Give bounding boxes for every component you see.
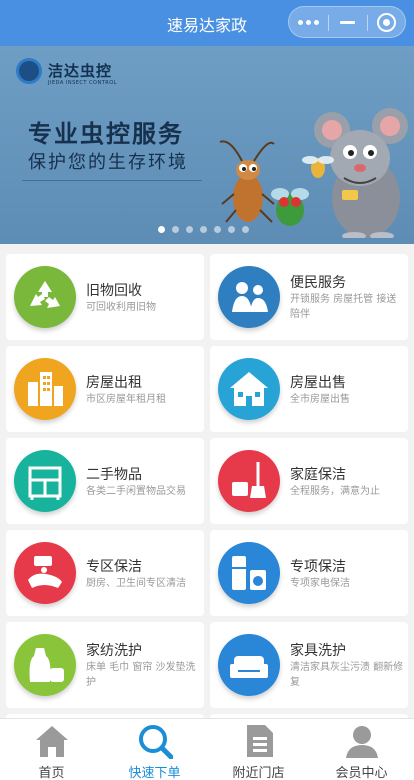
target-close-icon [377, 13, 396, 32]
cabinet-icon [14, 450, 76, 512]
house-icon [218, 358, 280, 420]
tab-member-center[interactable]: 会员中心 [310, 719, 413, 780]
close-button[interactable] [367, 7, 406, 37]
pager-dot[interactable] [158, 226, 165, 233]
appliance-icon [218, 542, 280, 604]
service-card-zone-cleaning[interactable]: 专区保洁 厨房、卫生间专区清洁 [6, 530, 204, 616]
service-desc: 全市房屋出售 [290, 394, 350, 405]
service-title: 家纺洗护 [86, 643, 142, 659]
broom-icon [218, 450, 280, 512]
home-icon [36, 726, 68, 757]
service-card-home-cleaning[interactable]: 家庭保洁 全程服务，满意为止 [210, 438, 408, 524]
minimize-icon [340, 21, 355, 24]
service-desc: 床单 毛巾 窗帘 沙发垫洗护 [86, 662, 196, 688]
bottom-tab-bar: 首页 快速下单 附近门店 会员中心 [0, 718, 414, 780]
tab-label: 快速下单 [128, 766, 181, 780]
hand-cleaning-icon [14, 542, 76, 604]
logo-subtitle: JIEDA INSECT CONTROL [48, 80, 117, 86]
service-card-textile-wash[interactable]: 家纺洗护 床单 毛巾 窗帘 沙发垫洗护 [6, 622, 204, 708]
service-title: 家具洗护 [290, 643, 346, 659]
service-desc: 专项家电保洁 [290, 578, 350, 589]
service-card-special-cleaning[interactable]: 专项保洁 专项家电保洁 [210, 530, 408, 616]
pest-cartoon-illustration [219, 108, 408, 238]
logo-name: 洁达虫控 [48, 62, 113, 80]
pager-dot[interactable] [242, 226, 249, 233]
service-card-house-rent[interactable]: 房屋出租 市区房屋年租月租 [6, 346, 204, 432]
detergent-icon [14, 634, 76, 696]
service-desc: 开锁服务 房屋托管 接送陪伴 [290, 294, 397, 320]
title-bar: 速易达家政 [0, 0, 414, 46]
banner-divider [22, 180, 202, 181]
recycle-icon [14, 266, 76, 328]
service-title: 房屋出租 [86, 375, 142, 391]
more-button[interactable] [289, 7, 328, 37]
service-desc: 可回收利用旧物 [86, 302, 156, 313]
tab-label: 附近门店 [232, 766, 285, 780]
service-title: 专项保洁 [290, 559, 346, 575]
service-grid: 旧物回收 可回收利用旧物 便民服务 开锁服务 房屋托管 接送陪伴 房屋出租 市区… [0, 244, 414, 718]
mini-program-capsule [288, 6, 406, 38]
service-desc: 市区房屋年租月租 [86, 394, 166, 405]
logo-mark-icon [16, 58, 42, 84]
pager-dot[interactable] [214, 226, 221, 233]
service-desc: 厨房、卫生间专区清洁 [86, 578, 186, 589]
service-desc: 各类二手闲置物品交易 [86, 486, 186, 497]
pager-dot[interactable] [172, 226, 179, 233]
service-card-recycle[interactable]: 旧物回收 可回收利用旧物 [6, 254, 204, 340]
service-title: 二手物品 [86, 467, 142, 483]
app-page: 速易达家政 洁达虫控 JIEDA INSECT CONTROL 专业虫控服务 保… [0, 0, 414, 780]
search-icon [139, 725, 173, 759]
tab-label: 会员中心 [335, 766, 388, 780]
service-desc: 清洁家具灰尘污渍 翻新修复 [290, 662, 404, 688]
pager-dot[interactable] [200, 226, 207, 233]
service-card-second-hand[interactable]: 二手物品 各类二手闲置物品交易 [6, 438, 204, 524]
promo-banner[interactable]: 洁达虫控 JIEDA INSECT CONTROL 专业虫控服务 保护您的生存环… [0, 46, 414, 244]
tab-quick-order[interactable]: 快速下单 [103, 719, 206, 780]
brand-logo: 洁达虫控 JIEDA INSECT CONTROL [16, 56, 126, 90]
service-title: 房屋出售 [290, 375, 346, 391]
service-card-furniture-wash[interactable]: 家具洗护 清洁家具灰尘污渍 翻新修复 [210, 622, 408, 708]
sofa-icon [218, 634, 280, 696]
more-dots-icon [298, 20, 320, 26]
service-title: 旧物回收 [86, 283, 142, 299]
minimize-button[interactable] [328, 7, 367, 37]
user-icon [346, 726, 378, 758]
banner-subline: 保护您的生存环境 [28, 152, 188, 173]
pager-dot[interactable] [228, 226, 235, 233]
service-title: 便民服务 [290, 275, 346, 291]
buildings-icon [14, 358, 76, 420]
service-title: 家庭保洁 [290, 467, 346, 483]
pager-dot[interactable] [186, 226, 193, 233]
people-icon [218, 266, 280, 328]
tab-nearby-stores[interactable]: 附近门店 [207, 719, 310, 780]
tab-home[interactable]: 首页 [0, 719, 103, 780]
banner-headline: 专业虫控服务 [28, 120, 184, 148]
service-desc: 全程服务，满意为止 [290, 486, 380, 497]
service-title: 专区保洁 [86, 559, 142, 575]
service-card-house-sale[interactable]: 房屋出售 全市房屋出售 [210, 346, 408, 432]
document-icon [247, 725, 273, 757]
service-card-convenience[interactable]: 便民服务 开锁服务 房屋托管 接送陪伴 [210, 254, 408, 340]
tab-label: 首页 [38, 766, 65, 780]
